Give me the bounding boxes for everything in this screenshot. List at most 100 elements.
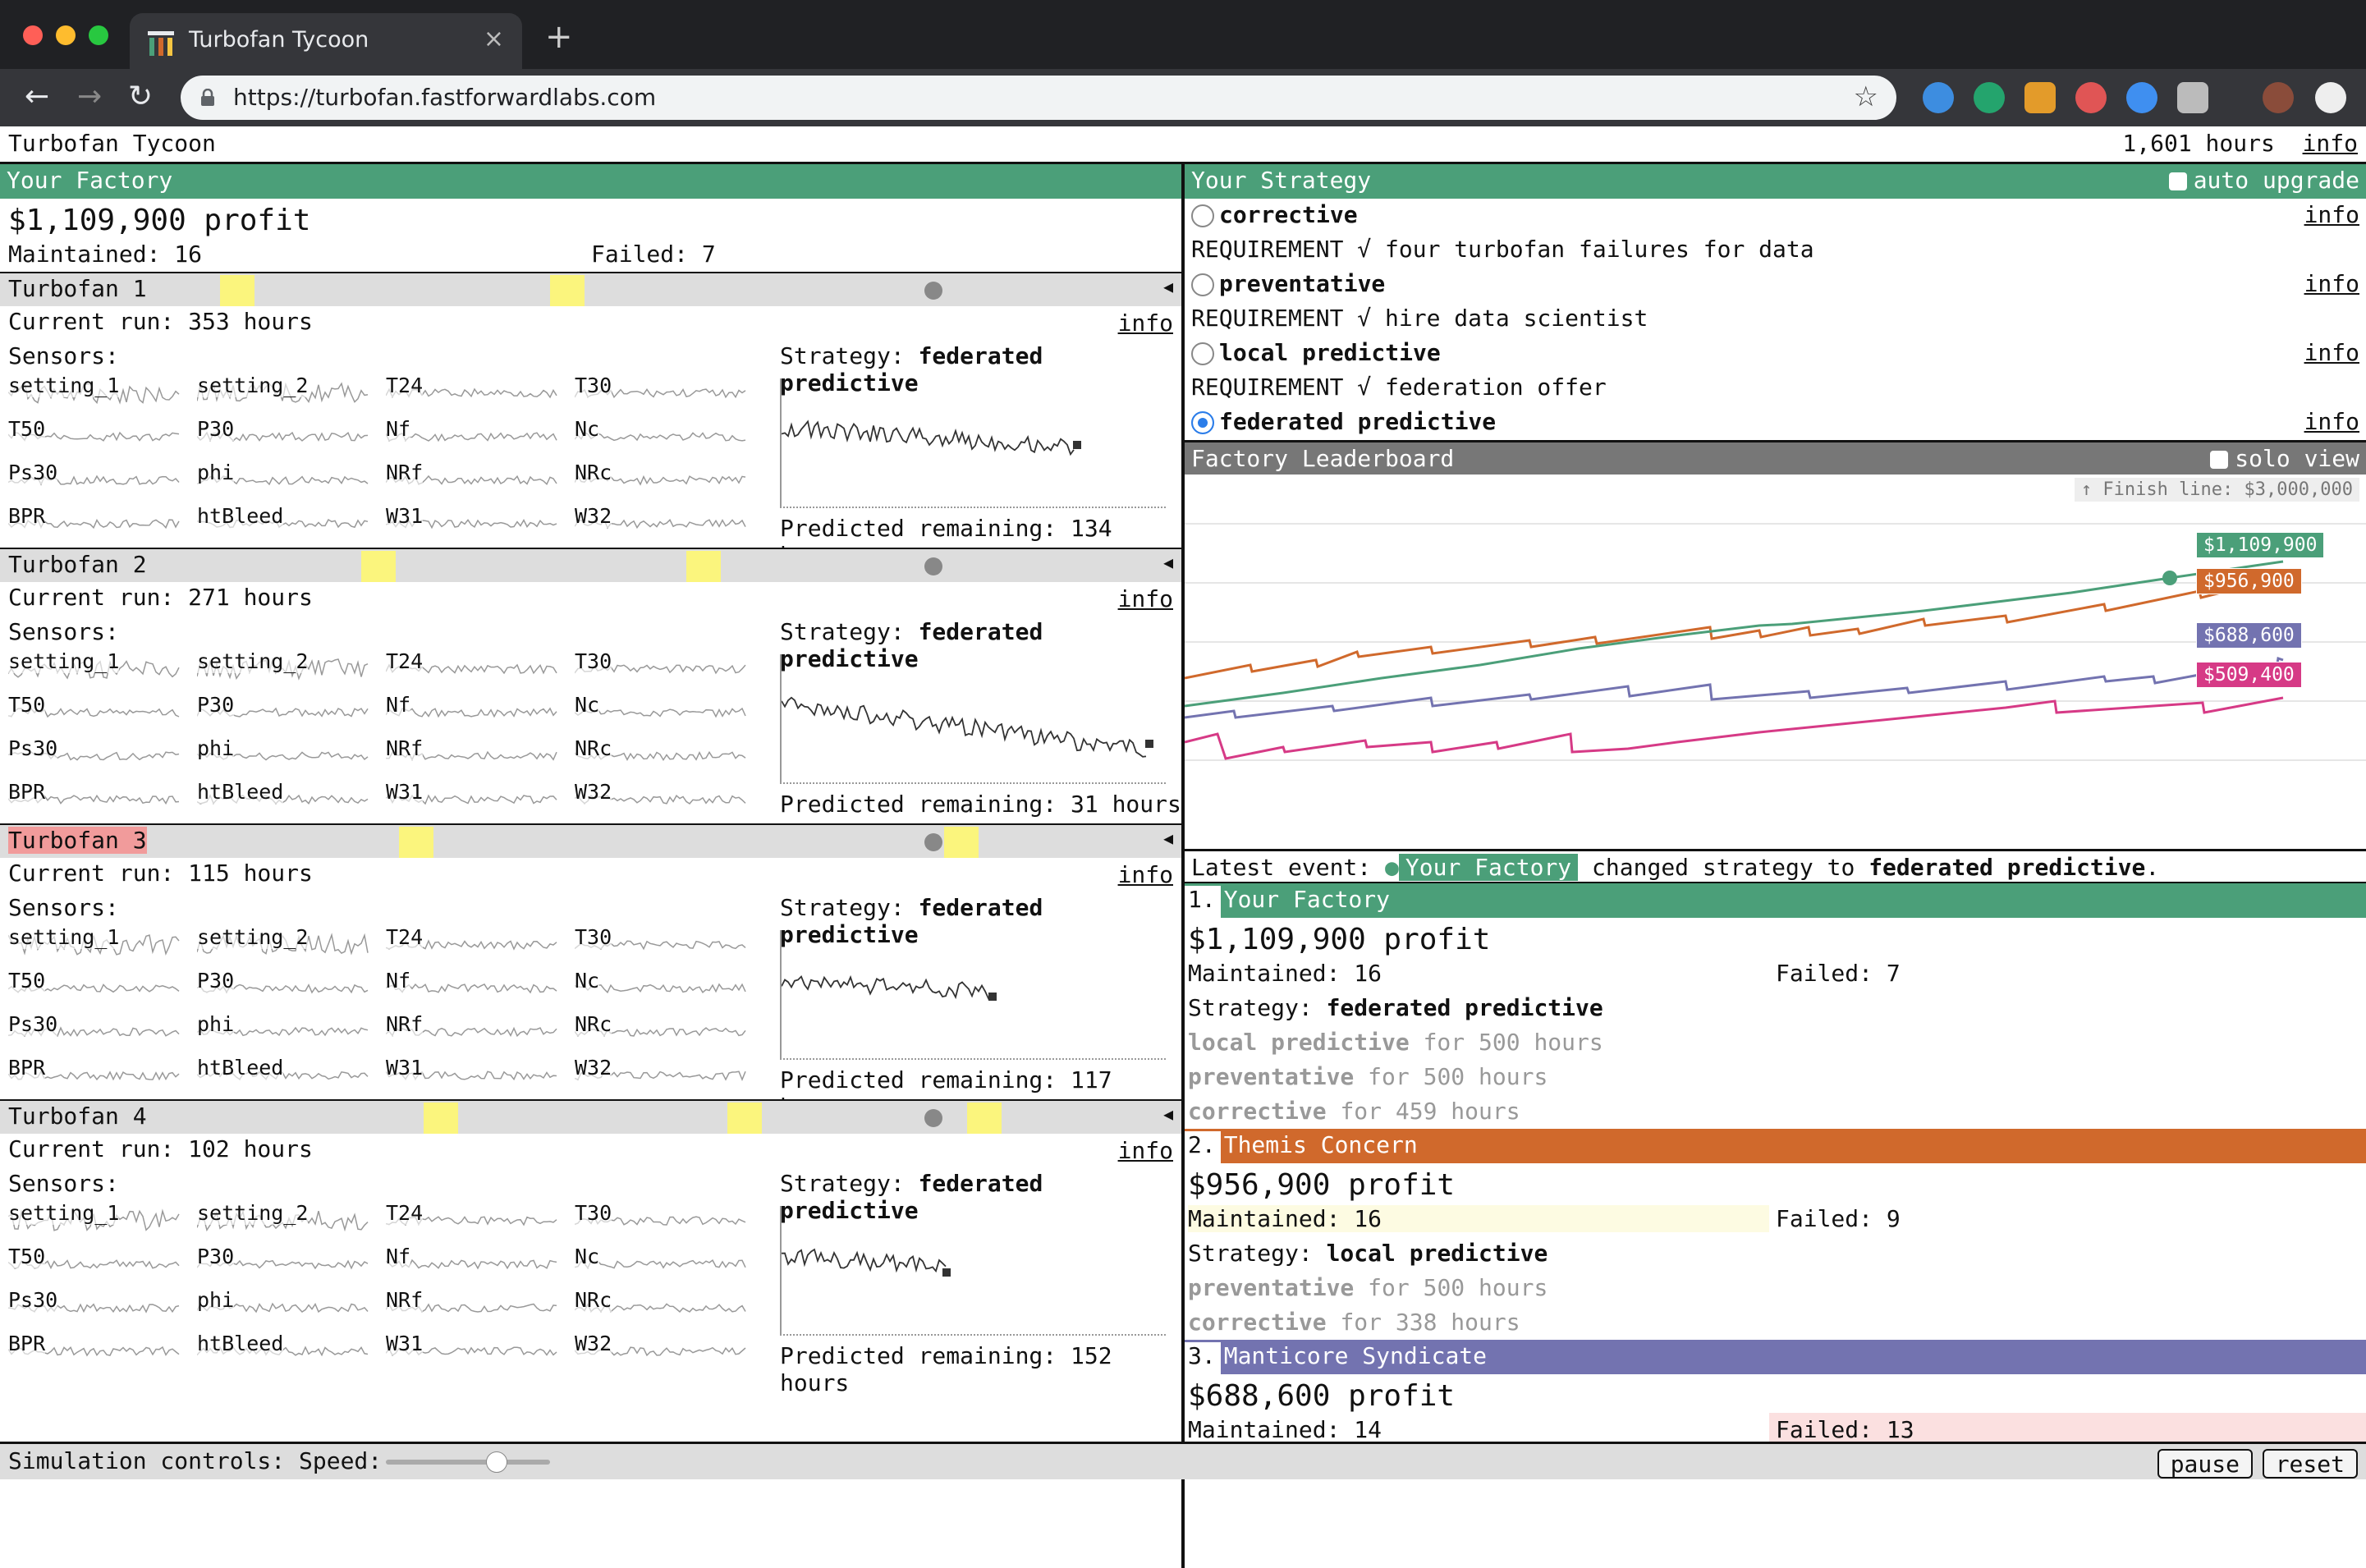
extension-6-icon[interactable] xyxy=(2177,82,2208,113)
reload-icon[interactable]: ↻ xyxy=(128,80,153,113)
turbofan-name: Turbofan 2 xyxy=(8,551,147,578)
minimize-window-button[interactable] xyxy=(56,25,76,45)
sensor-cell: htBleed xyxy=(197,499,386,542)
sensor-name: phi xyxy=(197,461,235,484)
collapse-arrow-icon[interactable]: ◀ xyxy=(1163,277,1173,296)
ranking-factory-name: Your Factory xyxy=(1223,886,1391,913)
sensor-cell: W31 xyxy=(386,775,575,818)
chart-gridlines xyxy=(1185,523,2366,761)
new-tab-button[interactable]: + xyxy=(545,18,573,56)
sensor-cell: BPR xyxy=(8,775,197,818)
sensor-cell: P30 xyxy=(197,688,386,731)
strategy-info-link[interactable]: info xyxy=(2304,270,2359,297)
extension-1-icon[interactable] xyxy=(1923,82,1954,113)
sensor-name: T50 xyxy=(8,417,46,441)
sensor-sparkline xyxy=(386,1259,557,1270)
extension-4-icon[interactable] xyxy=(2075,82,2107,113)
sensor-cell: Ps30 xyxy=(8,1007,197,1050)
sensor-sparkline xyxy=(386,983,557,994)
sensors-label: Sensors: xyxy=(8,342,119,369)
ranking-number: 1. xyxy=(1185,886,1221,920)
sensors-label: Sensors: xyxy=(8,1170,119,1197)
strategy-option[interactable]: preventative info xyxy=(1185,268,2366,302)
sensor-name: BPR xyxy=(8,504,46,528)
strategy-option[interactable]: local predictive info xyxy=(1185,337,2366,371)
prediction-line xyxy=(781,974,993,1000)
address-bar[interactable]: https://turbofan.fastforwardlabs.com ☆ xyxy=(181,76,1896,120)
close-tab-icon[interactable]: × xyxy=(484,25,504,53)
collapse-arrow-icon[interactable]: ◀ xyxy=(1163,1104,1173,1124)
maximize-window-button[interactable] xyxy=(89,25,108,45)
leaderboard-chart: ↑ Finish line: $3,000,000 $1,109,900 $956… xyxy=(1185,475,2366,849)
turbofan-bullet-icon xyxy=(924,1109,942,1127)
close-window-button[interactable] xyxy=(23,25,43,45)
auto-upgrade-toggle[interactable]: auto upgrade xyxy=(2168,167,2359,194)
header-right: 1,601 hours info xyxy=(2122,130,2358,157)
collapse-arrow-icon[interactable]: ◀ xyxy=(1163,828,1173,848)
turbofan-name: Turbofan 1 xyxy=(8,275,147,302)
sensor-name: phi xyxy=(197,1012,235,1036)
sensor-cell: Nf xyxy=(386,688,575,731)
auto-upgrade-checkbox[interactable] xyxy=(2168,172,2187,190)
sensor-cell: phi xyxy=(197,456,386,498)
app-info-link[interactable]: info xyxy=(2303,130,2358,157)
strategy-info-link[interactable]: info xyxy=(2304,339,2359,366)
strategy-radio[interactable] xyxy=(1191,342,1214,365)
history-strategy: preventative xyxy=(1188,1274,1355,1301)
sensor-cell: T30 xyxy=(575,920,763,963)
extension-3-icon[interactable] xyxy=(2024,82,2056,113)
rankings-list: 1. Your Factory $1,109,900 profit Maintaine… xyxy=(1185,883,2366,1458)
sensor-name: BPR xyxy=(8,1056,46,1080)
ranking-strategy: Strategy: local predictive xyxy=(1185,1236,2366,1271)
strategy-radio[interactable] xyxy=(1191,204,1214,227)
pause-button[interactable]: pause xyxy=(2157,1449,2253,1479)
strategy-option[interactable]: federated predictive info xyxy=(1185,406,2366,440)
prediction-chart xyxy=(780,378,1166,508)
speed-slider-handle[interactable] xyxy=(486,1451,507,1473)
turbofan-info-link[interactable]: info xyxy=(1118,585,1173,612)
turbofan-info-link[interactable]: info xyxy=(1118,1137,1173,1164)
sensor-cell: T50 xyxy=(8,412,197,455)
sensor-cell: NRc xyxy=(575,1007,763,1050)
avatar[interactable] xyxy=(2263,82,2294,113)
sensor-cell: Nf xyxy=(386,1240,575,1282)
strategy-radio[interactable] xyxy=(1191,273,1214,296)
collapse-arrow-icon[interactable]: ◀ xyxy=(1163,552,1173,572)
event-dot-icon: ● xyxy=(1385,854,1399,881)
maintenance-marker xyxy=(424,1103,458,1134)
speed-slider[interactable] xyxy=(386,1451,550,1473)
sensor-trace xyxy=(575,432,746,442)
history-strategy: corrective xyxy=(1188,1098,1327,1125)
strategy-info-link[interactable]: info xyxy=(2304,201,2359,228)
reset-button[interactable]: reset xyxy=(2262,1449,2358,1479)
back-icon[interactable]: ← xyxy=(25,80,49,113)
forward-icon[interactable]: → xyxy=(77,80,102,113)
series-value-label: $688,600 xyxy=(2196,622,2302,649)
solo-view-checkbox[interactable] xyxy=(2210,451,2229,469)
sensor-name: phi xyxy=(197,736,235,760)
latest-event-end: . xyxy=(2145,854,2160,881)
browser-tab[interactable]: Turbofan Tycoon × xyxy=(130,13,522,69)
turbofan-info-link[interactable]: info xyxy=(1118,309,1173,337)
sensor-name: T30 xyxy=(575,925,612,949)
speed-label: Simulation controls: Speed: xyxy=(8,1447,383,1474)
sensor-cell: T30 xyxy=(575,1196,763,1239)
sensor-name: W32 xyxy=(575,504,612,528)
sensor-cell: T24 xyxy=(386,1196,575,1239)
solo-view-toggle[interactable]: solo view xyxy=(2210,445,2359,472)
strategy-option[interactable]: corrective info xyxy=(1185,199,2366,233)
sensor-trace xyxy=(386,1259,557,1270)
maintenance-marker xyxy=(361,551,396,582)
turbofan-info-link[interactable]: info xyxy=(1118,861,1173,888)
sensor-cell: T24 xyxy=(386,369,575,411)
bookmark-star-icon[interactable]: ☆ xyxy=(1854,80,1878,113)
sensor-cell: setting_2 xyxy=(197,644,386,687)
extension-2-icon[interactable] xyxy=(1974,82,2005,113)
sensor-name: Ps30 xyxy=(8,736,58,760)
ranking-profit: $956,900 profit xyxy=(1188,1168,1456,1202)
react-devtools-icon[interactable] xyxy=(2126,82,2157,113)
strategy-info-link[interactable]: info xyxy=(2304,408,2359,435)
strategy-radio[interactable] xyxy=(1191,411,1214,434)
turbofan-bullet-icon xyxy=(924,557,942,575)
menu-icon[interactable] xyxy=(2315,82,2346,113)
